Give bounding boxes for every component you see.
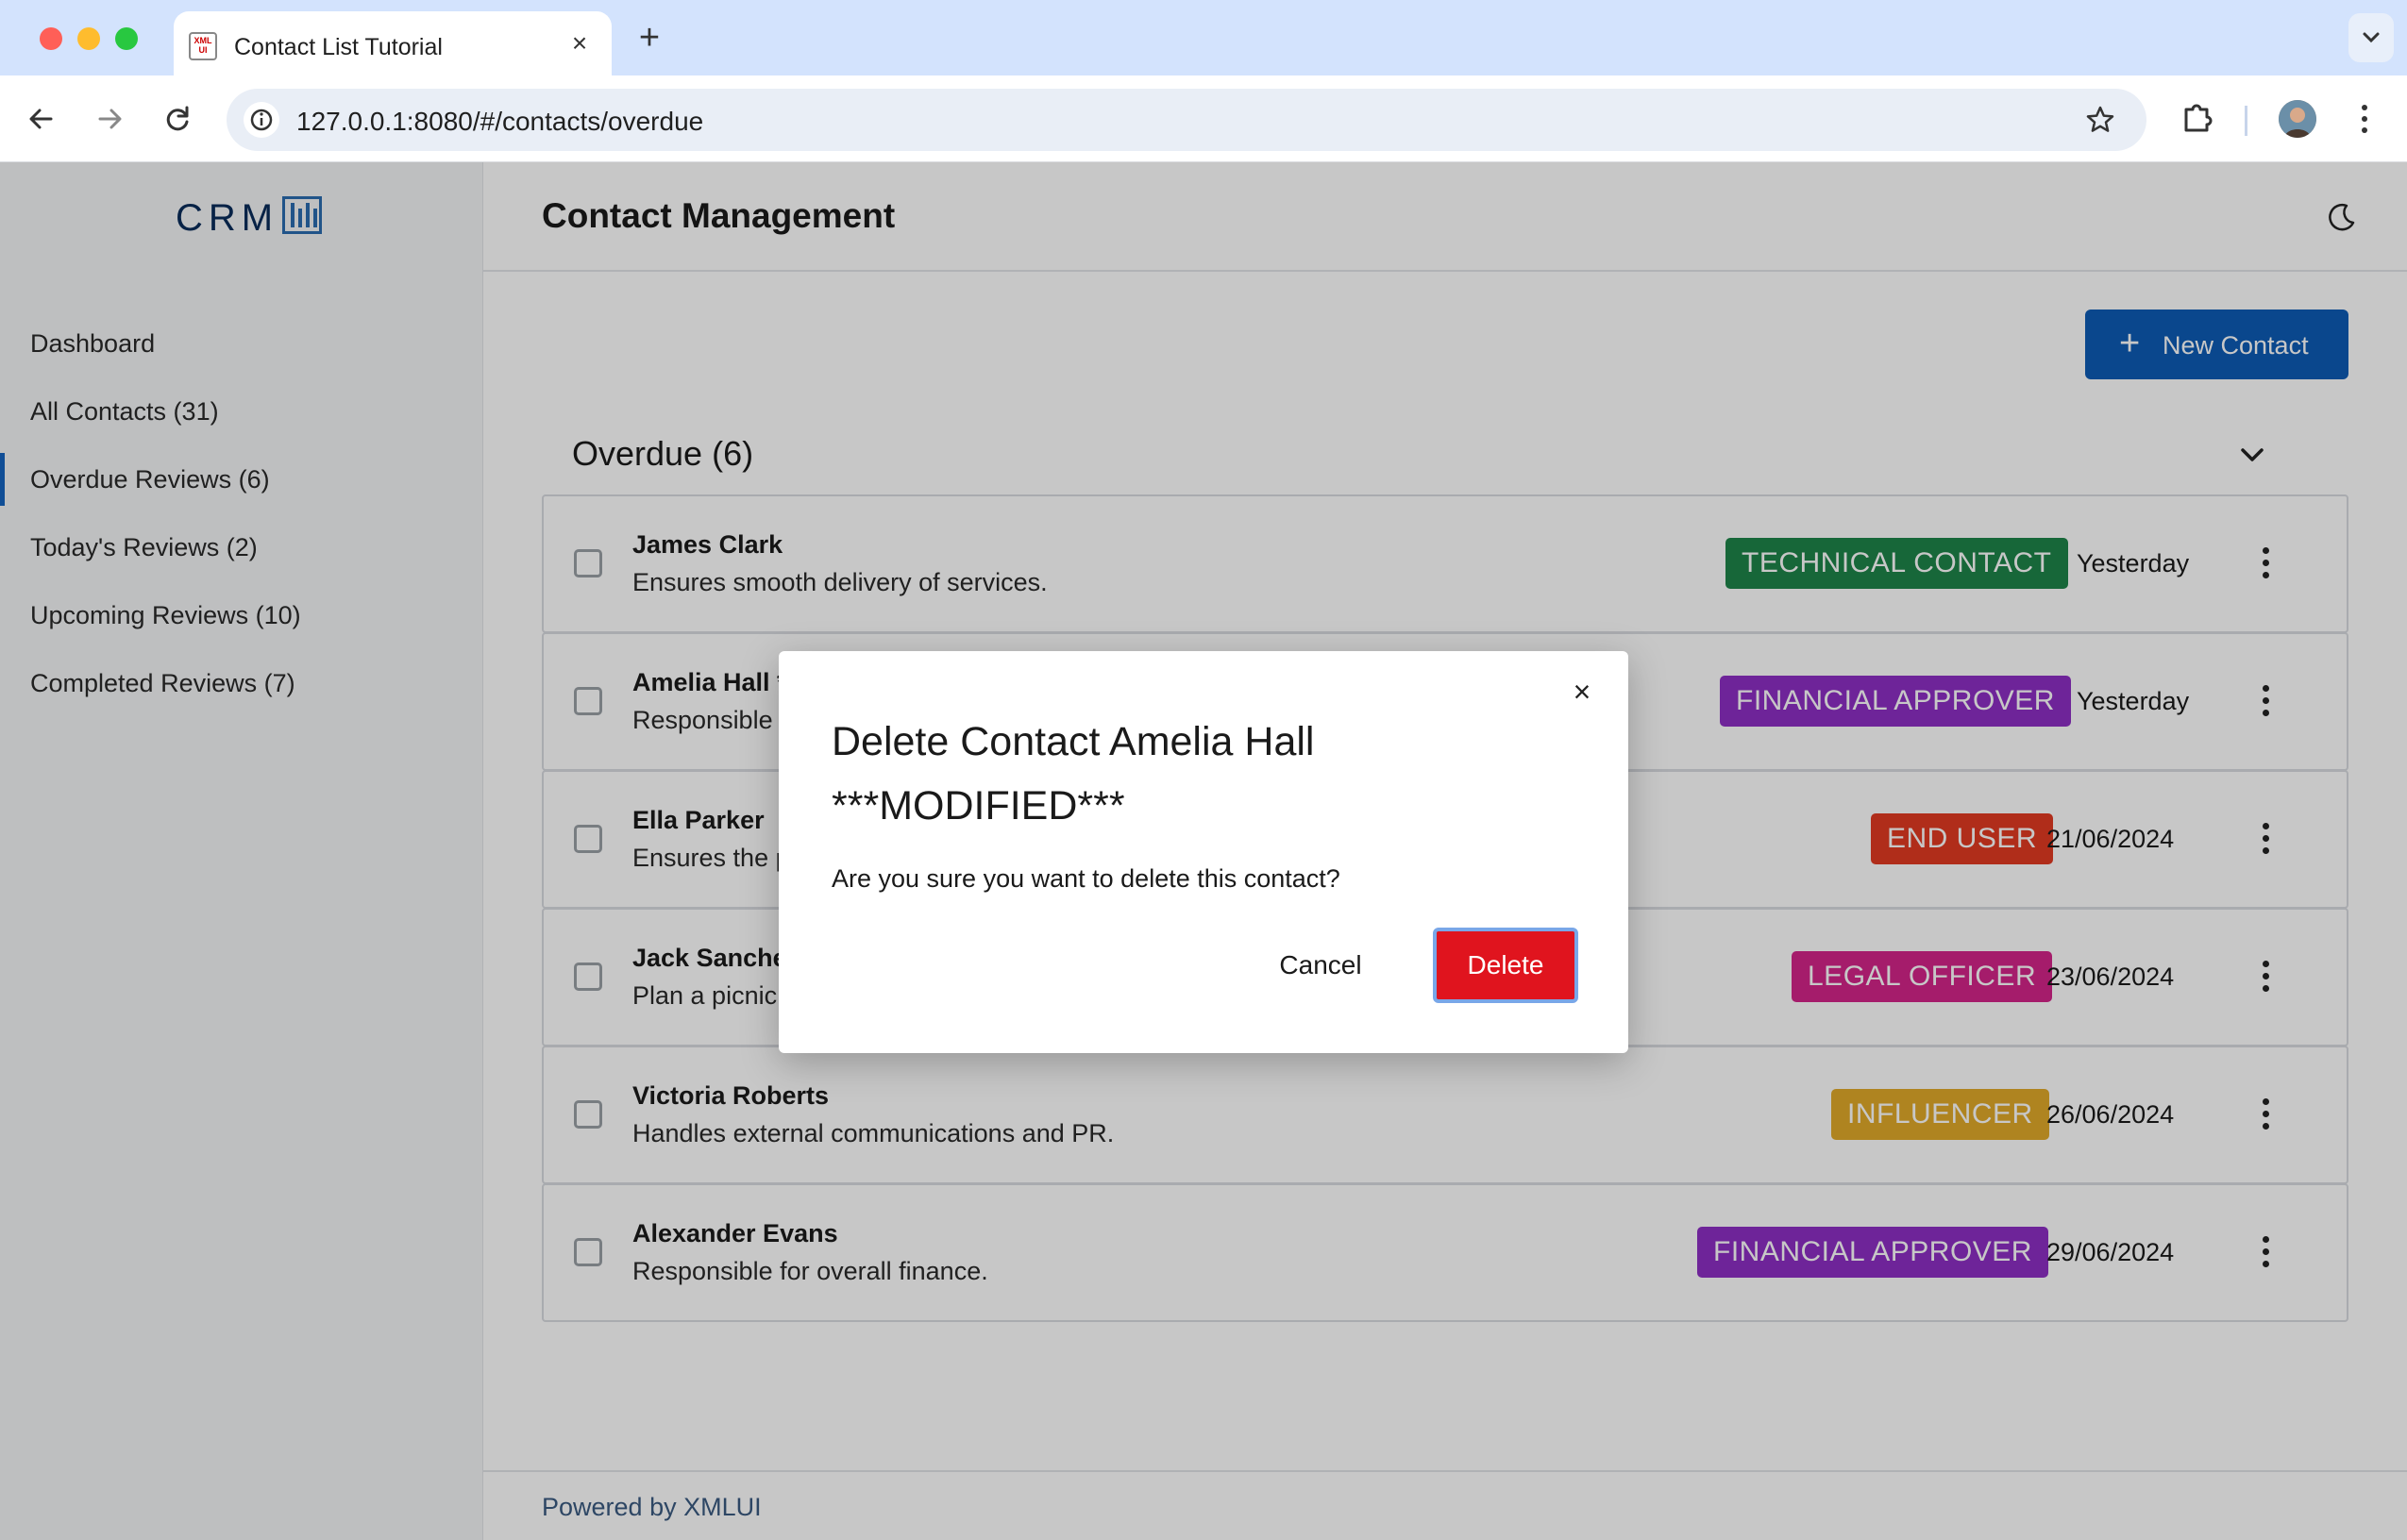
window-minimize-button[interactable]	[77, 27, 100, 50]
profile-avatar[interactable]	[2279, 100, 2316, 138]
dialog-close-icon[interactable]: ×	[1568, 677, 1596, 707]
cancel-button[interactable]: Cancel	[1260, 930, 1381, 1000]
toolbar-divider	[2245, 106, 2247, 136]
tab-title: Contact List Tutorial	[234, 34, 443, 60]
browser-menu-icon[interactable]	[2350, 98, 2379, 140]
tab-close-icon[interactable]: ×	[564, 28, 595, 59]
browser-tab[interactable]: XML UI Contact List Tutorial ×	[174, 11, 612, 75]
address-bar[interactable]: 127.0.0.1:8080/#/contacts/overdue	[227, 89, 2146, 151]
forward-icon[interactable]	[87, 96, 132, 142]
back-icon[interactable]	[19, 96, 64, 142]
site-info-icon[interactable]	[244, 102, 279, 138]
chevron-down-icon	[2363, 32, 2380, 43]
browser-toolbar: 127.0.0.1:8080/#/contacts/overdue	[0, 75, 2407, 162]
window-close-button[interactable]	[40, 27, 62, 50]
url-text: 127.0.0.1:8080/#/contacts/overdue	[296, 107, 704, 136]
new-tab-icon[interactable]: +	[631, 19, 668, 57]
favicon-icon: XML UI	[189, 32, 217, 60]
reload-icon[interactable]	[155, 96, 200, 142]
dialog-message: Are you sure you want to delete this con…	[832, 864, 1340, 893]
tab-search-button[interactable]	[2348, 13, 2394, 62]
delete-button[interactable]: Delete	[1433, 928, 1578, 1003]
browser-tab-strip: XML UI Contact List Tutorial × +	[0, 0, 2407, 75]
bookmark-star-icon[interactable]	[2082, 102, 2118, 138]
dialog-title: Delete Contact Amelia Hall ***MODIFIED**…	[832, 719, 1315, 829]
window-zoom-button[interactable]	[115, 27, 138, 50]
extensions-icon[interactable]	[2179, 98, 2216, 136]
